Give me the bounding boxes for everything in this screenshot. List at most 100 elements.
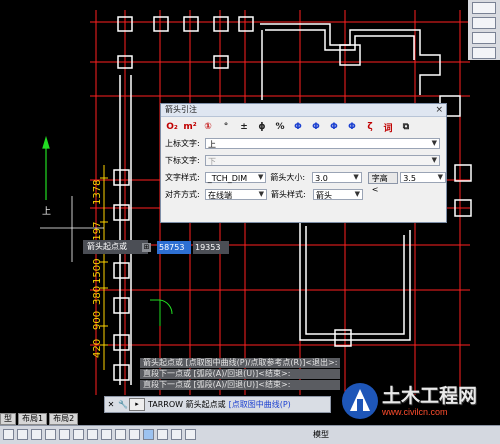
arrow-label-text: 上	[42, 206, 51, 217]
toolbar-button-1[interactable]	[472, 2, 496, 14]
symbol-steel-2-button[interactable]: Φ	[307, 122, 325, 132]
text-style-label: 文字样式:	[165, 173, 200, 182]
command-line[interactable]: ✕ 🔧 ▸ TARROW 箭头起点或 [点取图中曲线(P)	[104, 396, 331, 413]
sc-toggle-icon[interactable]	[157, 429, 168, 440]
otrack-toggle-icon[interactable]	[73, 429, 84, 440]
dialog-title: 箭头引注	[165, 105, 197, 114]
dimension-texts: 1378 1197 1500 380 900 420	[92, 180, 103, 358]
watermark-emblem-icon	[342, 383, 378, 419]
arrow-annotation-dialog: 箭头引注 × O₂ m² ① ° ± ϕ % Φ Φ Φ Φ ζ 词 ⧉ 上标文…	[160, 103, 447, 223]
align-row: 对齐方式: 在线端 ▼ 箭头样式: 箭头 ▼	[161, 186, 446, 203]
dropdown-arrow-icon[interactable]: ▼	[432, 155, 437, 166]
arrow-style-select[interactable]: 箭头 ▼	[313, 189, 363, 200]
dim-text-380: 380	[92, 286, 103, 305]
polar-toggle-icon[interactable]	[45, 429, 56, 440]
symbol-plusminus-button[interactable]: ±	[235, 122, 253, 132]
close-icon[interactable]: ×	[435, 104, 443, 116]
toolbar-button-3[interactable]	[472, 32, 496, 44]
symbol-circle-1-button[interactable]: ①	[199, 122, 217, 132]
symbol-phi-button[interactable]: ϕ	[253, 122, 271, 132]
command-prompt-icon[interactable]: ▸	[129, 398, 145, 411]
arrow-size-label: 箭头大小:	[270, 173, 306, 182]
dropdown-arrow-icon[interactable]: ▼	[438, 172, 443, 183]
align-label: 对齐方式:	[165, 190, 200, 199]
toolbar-button-4[interactable]	[472, 47, 496, 59]
dialog-title-bar[interactable]: 箭头引注 ×	[161, 104, 446, 117]
watermark-url: www.civilcn.com	[382, 407, 448, 417]
symbol-degree-button[interactable]: °	[217, 122, 235, 132]
style-row: 文字样式: _TCH_DIM ▼ 箭头大小: 3.0 ▼ 字高< 3.5 ▼	[161, 169, 447, 194]
lower-text-row: 下标文字: 下 ▼	[161, 152, 446, 169]
history-line: 直段下一点或 [弧段(A)/回退(U)]<结束>:	[140, 380, 340, 390]
symbol-percent-button[interactable]: %	[271, 122, 289, 132]
arrow-style-value: 箭头	[316, 191, 332, 200]
dim-text-420: 420	[92, 339, 103, 358]
y-coordinate-input[interactable]: 19353	[193, 241, 229, 254]
pick-text-icon[interactable]: ⧉	[397, 122, 415, 132]
close-icon[interactable]: ✕	[105, 400, 117, 409]
upper-text-row: 上标文字: 上 ▼	[161, 135, 446, 152]
dynamic-input-prompt: 箭头起点或	[83, 240, 148, 254]
qp-toggle-icon[interactable]	[143, 429, 154, 440]
dyn-toggle-icon[interactable]	[101, 429, 112, 440]
toolbar-button-2[interactable]	[472, 17, 496, 29]
watermark-logo: 土木工程网 www.civilcn.com	[338, 377, 498, 427]
arrow-size-value: 3.0	[315, 174, 328, 183]
symbol-zeta-button[interactable]: ζ	[361, 122, 379, 132]
dim-text-1500: 1500	[92, 259, 103, 284]
grid-toggle-icon[interactable]	[17, 429, 28, 440]
lower-text-value: 下	[208, 157, 216, 166]
am-toggle-icon[interactable]	[171, 429, 182, 440]
char-height-button[interactable]: 字高<	[367, 171, 399, 194]
command-history: 箭头起点或 [点取图中曲线(P)/点取参考点(R)]<退出>: 直段下一点或 […	[140, 358, 340, 391]
dropdown-arrow-icon[interactable]: ▼	[259, 189, 264, 200]
symbol-steel-3-button[interactable]: Φ	[325, 122, 343, 132]
watermark-title: 土木工程网	[382, 386, 478, 407]
align-select[interactable]: 在线端 ▼	[205, 189, 267, 200]
text-style-value: _TCH_DIM	[207, 174, 248, 183]
dropdown-arrow-icon[interactable]: ▼	[355, 189, 360, 200]
ducs-toggle-icon[interactable]	[87, 429, 98, 440]
door-symbol	[150, 299, 173, 326]
upper-text-combo[interactable]: 上 ▼	[205, 138, 440, 149]
dim-text-1378: 1378	[92, 180, 103, 205]
upper-text-value: 上	[208, 140, 216, 149]
status-bar: 模型	[0, 425, 500, 444]
arrow-size-select[interactable]: 3.0 ▼	[312, 172, 362, 183]
wrench-icon[interactable]: 🔧	[117, 400, 129, 409]
model-space-label[interactable]: 模型	[313, 429, 329, 440]
lineweight-toggle-icon[interactable]	[115, 429, 126, 440]
lower-text-combo[interactable]: 下 ▼	[205, 155, 440, 166]
snap-toggle-icon[interactable]	[3, 429, 14, 440]
lower-text-label: 下标文字:	[165, 156, 200, 165]
arrow-leader	[42, 135, 50, 200]
ortho-toggle-icon[interactable]	[31, 429, 42, 440]
dropdown-arrow-icon[interactable]: ▼	[432, 138, 437, 149]
align-value: 在线端	[208, 191, 232, 200]
char-height-value: 3.5	[403, 174, 417, 183]
dropdown-arrow-icon[interactable]: ▼	[258, 172, 263, 183]
tab-layout2[interactable]: 布局2	[49, 413, 79, 425]
char-height-select[interactable]: 3.5 ▼	[400, 172, 447, 183]
x-coordinate-input[interactable]: 58753	[157, 241, 191, 254]
dropdown-arrow-icon[interactable]: ▼	[353, 172, 358, 183]
options-icon[interactable]: ⊞	[142, 243, 151, 252]
status-tool-icon[interactable]	[185, 429, 196, 440]
symbol-toolbar: O₂ m² ① ° ± ϕ % Φ Φ Φ Φ ζ 词 ⧉	[161, 117, 446, 135]
arrow-style-label: 箭头样式:	[271, 190, 306, 199]
tab-layout1[interactable]: 布局1	[18, 413, 48, 425]
command-option-link[interactable]: [点取图中曲线(P)	[229, 399, 291, 410]
symbol-steel-4-button[interactable]: Φ	[343, 122, 361, 132]
layout-tabs: 型 布局1 布局2	[0, 413, 120, 425]
history-line: 箭头起点或 [点取图中曲线(P)/点取参考点(R)]<退出>:	[140, 358, 340, 368]
upper-text-label: 上标文字:	[165, 139, 200, 148]
transparency-toggle-icon[interactable]	[129, 429, 140, 440]
tab-model[interactable]: 型	[0, 413, 16, 425]
history-line: 直段下一点或 [弧段(A)/回退(U)]<结束>:	[140, 369, 340, 379]
symbol-m2-button[interactable]: m²	[181, 122, 199, 132]
symbol-o2-button[interactable]: O₂	[163, 122, 181, 132]
word-lookup-button[interactable]: 词	[379, 121, 397, 134]
text-style-select[interactable]: _TCH_DIM ▼	[204, 172, 267, 183]
osnap-toggle-icon[interactable]	[59, 429, 70, 440]
symbol-steel-1-button[interactable]: Φ	[289, 122, 307, 132]
